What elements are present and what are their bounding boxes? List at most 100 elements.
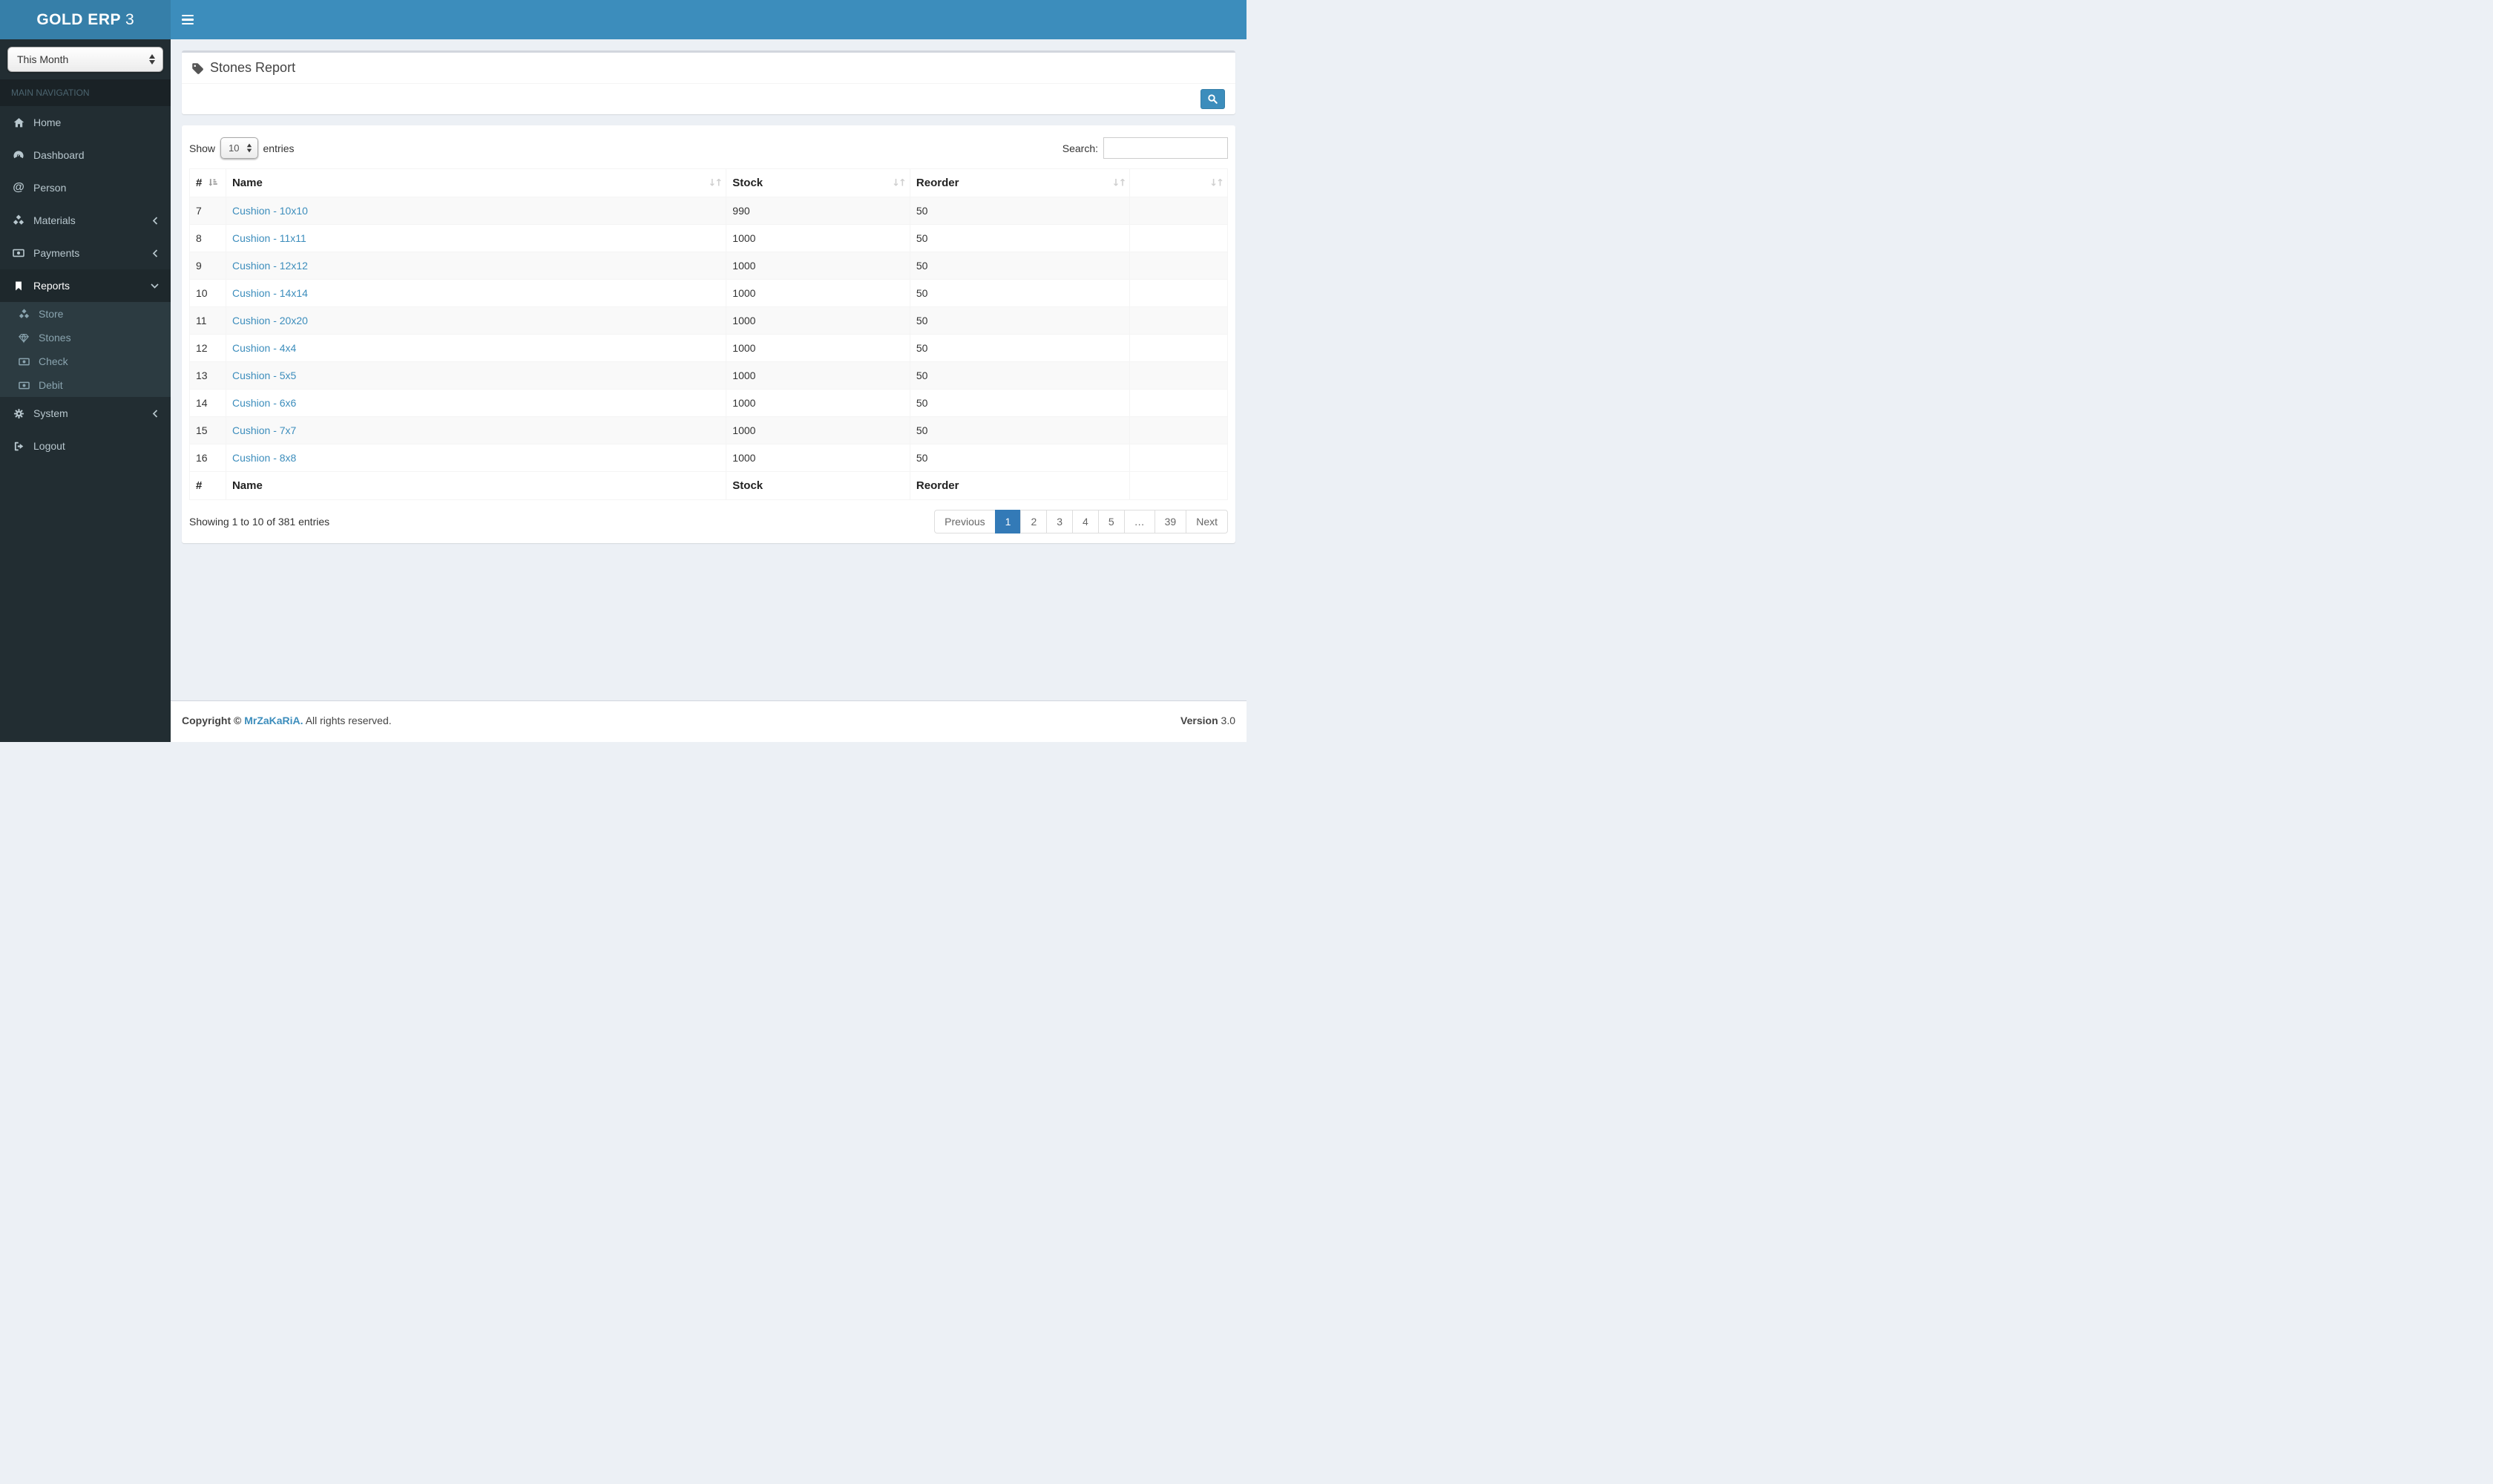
page-length-control: Show 10 entries bbox=[189, 137, 295, 159]
sidebar-subitem-stones[interactable]: Stones bbox=[0, 326, 171, 349]
column-header-num[interactable]: # bbox=[189, 168, 226, 197]
copyright-text: Copyright © MrZaKaRiA. All rights reserv… bbox=[182, 715, 392, 729]
sidebar-subitem-label: Stones bbox=[39, 332, 71, 344]
sidebar-subitem-label: Store bbox=[39, 308, 64, 320]
stone-name-link[interactable]: Cushion - 20x20 bbox=[232, 315, 308, 326]
reports-submenu: Store Stones Check Debit bbox=[0, 302, 171, 397]
sort-both-icon: ↓↑ bbox=[708, 177, 723, 188]
stone-name-link[interactable]: Cushion - 6x6 bbox=[232, 397, 296, 409]
show-label: Show bbox=[189, 142, 216, 154]
sidebar-item-label: Logout bbox=[33, 440, 65, 452]
pagination-page-button[interactable]: 1 bbox=[994, 510, 1022, 533]
bookmark-icon bbox=[11, 280, 26, 292]
pagination-page-button[interactable]: 39 bbox=[1154, 510, 1187, 533]
search-button[interactable] bbox=[1200, 89, 1225, 109]
table-row: 7 Cushion - 10x10 990 50 bbox=[189, 197, 1228, 225]
sidebar-subitem-check[interactable]: Check bbox=[0, 349, 171, 373]
stone-name-link[interactable]: Cushion - 8x8 bbox=[232, 452, 296, 464]
dashboard-icon bbox=[11, 149, 26, 161]
table-row: 13 Cushion - 5x5 1000 50 bbox=[189, 361, 1228, 390]
tag-icon bbox=[191, 62, 204, 75]
chevron-left-icon bbox=[151, 249, 160, 258]
table-row: 9 Cushion - 12x12 1000 50 bbox=[189, 252, 1228, 280]
sidebar-item-dashboard[interactable]: Dashboard bbox=[0, 139, 171, 171]
main-header: GOLD ERP 3 bbox=[0, 0, 1246, 39]
column-header-stock[interactable]: Stock ↓↑ bbox=[726, 168, 910, 197]
footer-column-stock: Stock bbox=[726, 471, 910, 500]
sign-out-icon bbox=[11, 441, 26, 452]
pagination-ellipsis: … bbox=[1123, 510, 1155, 533]
pagination-page-button[interactable]: 3 bbox=[1046, 510, 1074, 533]
sidebar-toggle-button[interactable] bbox=[171, 0, 204, 39]
version-label: Version bbox=[1180, 715, 1218, 726]
chevron-left-icon bbox=[151, 409, 160, 418]
sort-both-icon: ↓↑ bbox=[1209, 177, 1224, 188]
gear-icon bbox=[11, 408, 26, 419]
money-icon bbox=[16, 380, 31, 391]
table-search-control: Search: bbox=[1062, 137, 1228, 159]
stone-name-link[interactable]: Cushion - 12x12 bbox=[232, 260, 308, 272]
diamond-icon bbox=[16, 332, 31, 344]
table-row: 11 Cushion - 20x20 1000 50 bbox=[189, 306, 1228, 335]
stone-name-link[interactable]: Cushion - 11x11 bbox=[232, 232, 306, 244]
sidebar-item-payments[interactable]: Payments bbox=[0, 237, 171, 269]
sidebar-item-person[interactable]: @ Person bbox=[0, 171, 171, 204]
home-icon bbox=[11, 117, 26, 128]
sidebar-item-label: Materials bbox=[33, 214, 76, 226]
stone-name-link[interactable]: Cushion - 14x14 bbox=[232, 287, 308, 299]
cubes-icon bbox=[11, 214, 26, 226]
pagination-previous-button[interactable]: Previous bbox=[934, 510, 996, 533]
stone-name-link[interactable]: Cushion - 5x5 bbox=[232, 370, 296, 381]
stone-name-link[interactable]: Cushion - 7x7 bbox=[232, 424, 296, 436]
sidebar-subitem-debit[interactable]: Debit bbox=[0, 373, 171, 397]
table-search-input[interactable] bbox=[1103, 137, 1228, 159]
pagination-page-button[interactable]: 5 bbox=[1097, 510, 1125, 533]
version-text: Version 3.0 bbox=[1180, 715, 1235, 729]
sort-both-icon: ↓↑ bbox=[1111, 177, 1127, 188]
sidebar-item-system[interactable]: System bbox=[0, 397, 171, 430]
period-select[interactable]: This Month bbox=[7, 47, 163, 72]
sidebar-item-materials[interactable]: Materials bbox=[0, 204, 171, 237]
money-icon bbox=[11, 247, 26, 259]
page-length-select[interactable]: 10 bbox=[220, 137, 258, 159]
footer-column-name: Name bbox=[225, 471, 727, 500]
pagination-next-button[interactable]: Next bbox=[1186, 510, 1228, 533]
logo-text-digit: 3 bbox=[125, 10, 134, 28]
version-number: 3.0 bbox=[1221, 715, 1235, 726]
report-table-card: Show 10 entries Search: # Name ↓↑ Stock … bbox=[182, 125, 1235, 543]
at-icon: @ bbox=[13, 181, 24, 194]
pagination-page-button[interactable]: 2 bbox=[1020, 510, 1048, 533]
column-header-extra[interactable]: ↓↑ bbox=[1129, 168, 1228, 197]
money-icon bbox=[16, 356, 31, 367]
table-header-row: # Name ↓↑ Stock ↓↑ Reorder ↓↑ ↓↑ bbox=[189, 168, 1228, 197]
sidebar-section-label: MAIN NAVIGATION bbox=[0, 79, 171, 106]
sidebar-item-home[interactable]: Home bbox=[0, 106, 171, 139]
column-header-reorder[interactable]: Reorder ↓↑ bbox=[909, 168, 1131, 197]
sidebar-subitem-store[interactable]: Store bbox=[0, 302, 171, 326]
sidebar-item-label: Payments bbox=[33, 247, 80, 259]
sidebar-menu: Home Dashboard @ Person Materials Paymen… bbox=[0, 106, 171, 462]
pagination-page-button[interactable]: 4 bbox=[1072, 510, 1099, 533]
brand-link[interactable]: MrZaKaRiA. bbox=[244, 715, 303, 726]
column-header-name[interactable]: Name ↓↑ bbox=[225, 168, 727, 197]
chevron-down-icon bbox=[150, 282, 160, 290]
app-logo[interactable]: GOLD ERP 3 bbox=[0, 0, 171, 39]
search-icon bbox=[1207, 93, 1218, 105]
report-header-card: Stones Report bbox=[182, 50, 1235, 114]
table-row: 14 Cushion - 6x6 1000 50 bbox=[189, 389, 1228, 417]
stone-name-link[interactable]: Cushion - 10x10 bbox=[232, 205, 308, 217]
chevron-left-icon bbox=[151, 216, 160, 226]
footer-column-extra bbox=[1129, 471, 1228, 500]
sidebar-item-label: Person bbox=[33, 182, 67, 194]
sidebar: This Month MAIN NAVIGATION Home Dashboar… bbox=[0, 39, 171, 742]
sort-asc-icon bbox=[208, 177, 218, 188]
sidebar-item-logout[interactable]: Logout bbox=[0, 430, 171, 462]
table-row: 12 Cushion - 4x4 1000 50 bbox=[189, 334, 1228, 362]
sidebar-item-label: Home bbox=[33, 116, 62, 128]
stone-name-link[interactable]: Cushion - 4x4 bbox=[232, 342, 296, 354]
table-footer-row: # Name Stock Reorder bbox=[189, 471, 1228, 500]
table-row: 16 Cushion - 8x8 1000 50 bbox=[189, 444, 1228, 472]
sidebar-item-reports[interactable]: Reports bbox=[0, 269, 171, 302]
table-row: 15 Cushion - 7x7 1000 50 bbox=[189, 416, 1228, 444]
sidebar-item-label: Dashboard bbox=[33, 149, 85, 161]
